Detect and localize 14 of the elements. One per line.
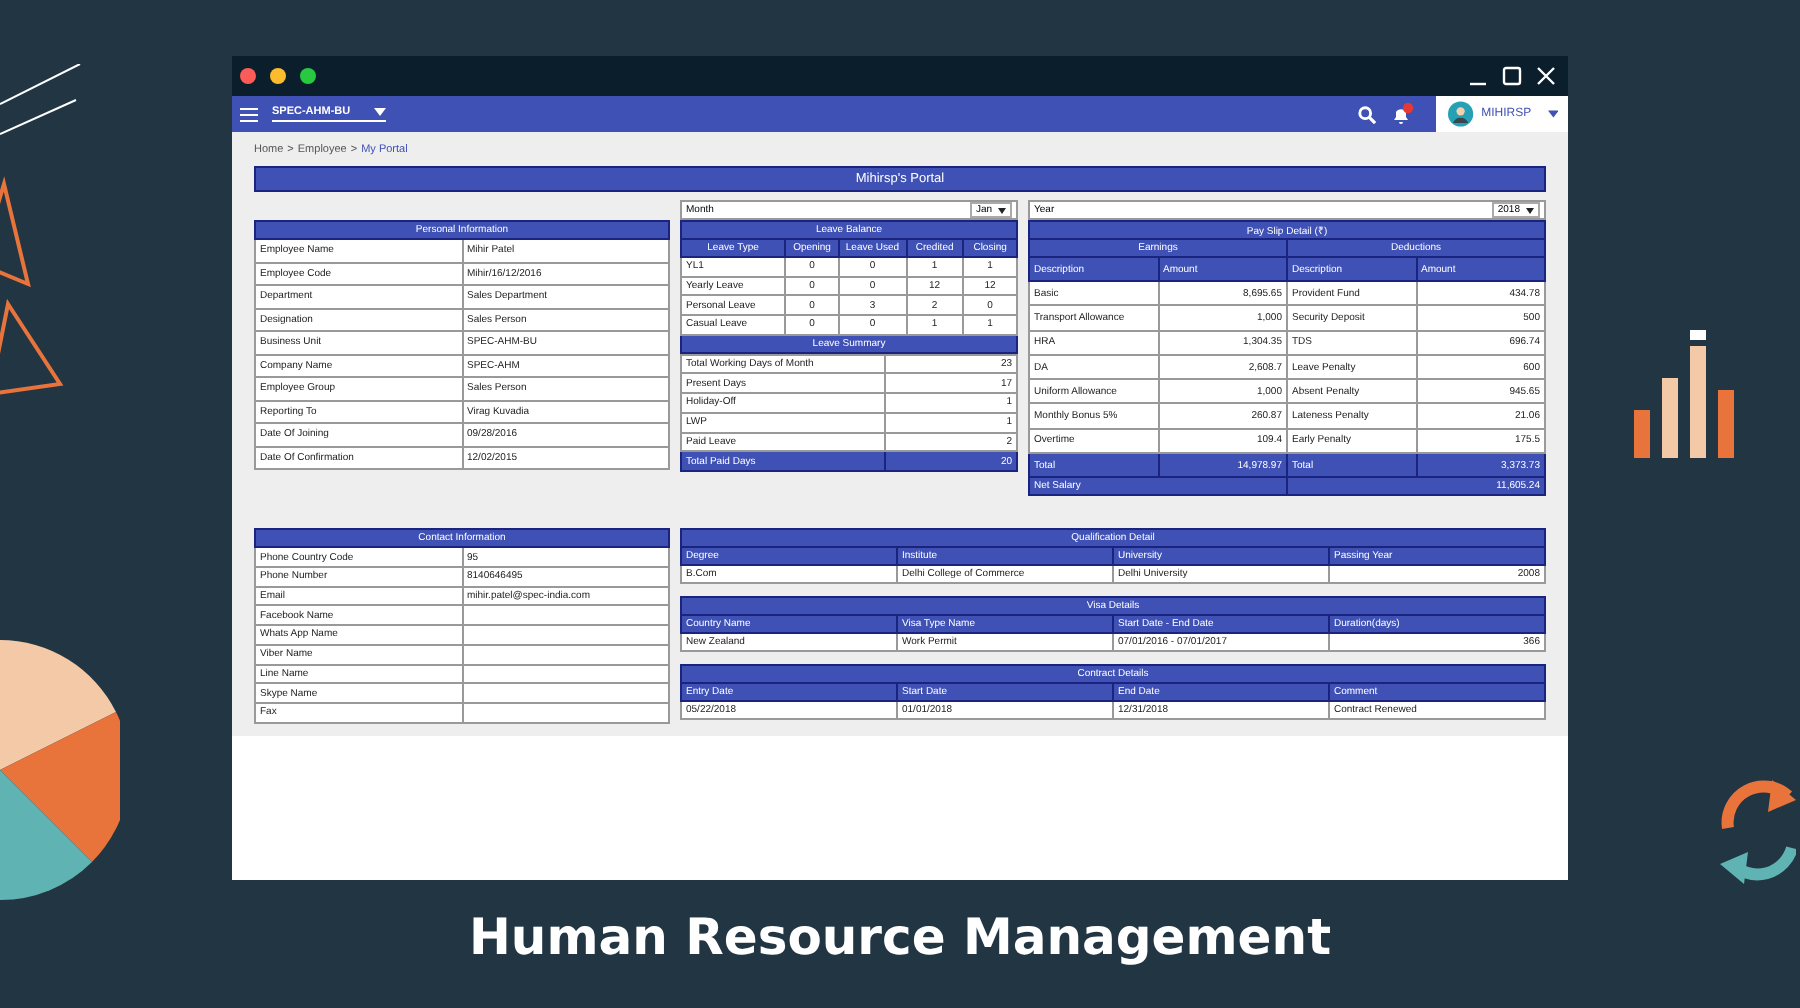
minimize-button[interactable] <box>270 68 286 84</box>
page-heading: Human Resource Management <box>468 908 1332 966</box>
caret-icon <box>998 207 1006 213</box>
caret-icon <box>1547 110 1558 118</box>
close-icon[interactable] <box>1536 66 1556 86</box>
maximize-button[interactable] <box>300 68 316 84</box>
bell-icon[interactable] <box>1390 102 1414 126</box>
menu-icon[interactable] <box>240 107 258 121</box>
caret-icon <box>374 108 387 116</box>
caret-icon <box>1526 207 1534 213</box>
maximize-icon[interactable] <box>1502 66 1522 86</box>
avatar-icon <box>1448 100 1474 128</box>
search-icon[interactable] <box>1358 105 1376 123</box>
close-button[interactable] <box>240 68 256 84</box>
